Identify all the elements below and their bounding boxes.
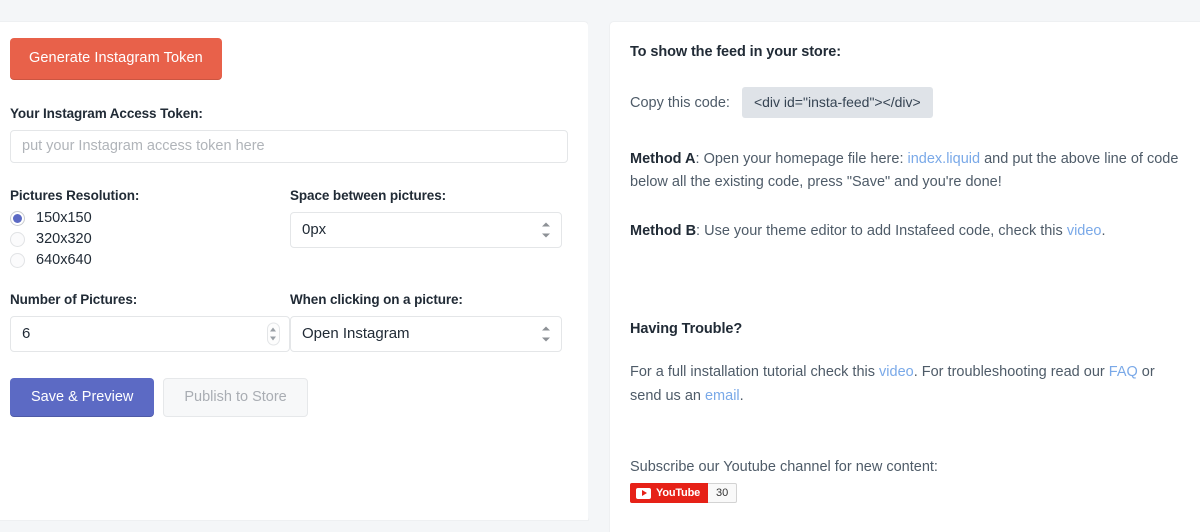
youtube-subscriber-count: 30 (708, 483, 738, 504)
click-action-label: When clicking on a picture: (290, 291, 463, 307)
help-panel-body: To show the feed in your store: Copy thi… (630, 44, 1188, 504)
click-action-select-value: Open Instagram (302, 325, 410, 342)
click-action-group: When clicking on a picture: Open Instagr… (290, 292, 562, 352)
feed-section-title: To show the feed in your store: (630, 44, 841, 60)
spacing-label: Space between pictures: (290, 187, 447, 203)
method-a-paragraph: Method A: Open your homepage file here: … (630, 148, 1188, 195)
click-action-select-wrapper: Open Instagram (290, 315, 562, 352)
youtube-subscribe-badge[interactable]: YouTube 30 (630, 483, 738, 504)
number-of-pictures-input[interactable] (10, 315, 290, 352)
help-panel: To show the feed in your store: Copy thi… (610, 22, 1200, 532)
radio-label-640x640: 640x640 (36, 252, 92, 268)
spacing-select[interactable]: 0px (290, 211, 562, 248)
code-snippet-chip[interactable]: <div id="insta-feed"></div> (741, 87, 933, 118)
radio-dot-icon (10, 231, 25, 247)
resolution-label: Pictures Resolution: (10, 187, 140, 203)
having-trouble-title: Having Trouble? (630, 321, 743, 338)
subscribe-label: Subscribe our Youtube channel for new co… (630, 459, 938, 476)
youtube-play-icon (636, 487, 651, 499)
radio-label-150x150: 150x150 (36, 210, 92, 226)
resolution-spacing-row: Pictures Resolution: 150x150 320x320 640… (10, 188, 568, 271)
settings-panel: Generate Instagram Token Your Instagram … (0, 22, 588, 520)
method-a-prefix: Method A (630, 151, 696, 167)
radio-option-640x640[interactable]: 640x640 (10, 250, 290, 271)
copy-code-row: Copy this code: <div id="insta-feed"></d… (630, 87, 1188, 118)
method-b-text-2: . (1101, 222, 1106, 239)
method-b-prefix: Method B (630, 222, 697, 239)
resolution-radio-group: 150x150 320x320 640x640 (10, 208, 290, 271)
faq-link[interactable]: FAQ (1109, 364, 1138, 380)
trouble-text-1: For a full installation tutorial check t… (630, 364, 880, 381)
action-buttons-row: Save & Preview Publish to Store (10, 377, 568, 417)
radio-dot-icon-selected (10, 210, 25, 226)
tutorial-video-link[interactable]: video (879, 364, 914, 380)
access-token-input[interactable] (10, 129, 568, 163)
app-root: Generate Instagram Token Your Instagram … (0, 0, 1200, 532)
trouble-text-4: . (739, 387, 744, 404)
radio-label-320x320: 320x320 (36, 231, 92, 247)
trouble-paragraph: For a full installation tutorial check t… (630, 361, 1188, 408)
method-a-text-1: : Open your homepage file here: (695, 151, 908, 167)
radio-dot-icon (10, 252, 25, 268)
number-of-pictures-group: Number of Pictures: (10, 292, 290, 352)
spacing-select-wrapper: 0px (290, 211, 562, 248)
radio-option-320x320[interactable]: 320x320 (10, 229, 290, 250)
resolution-group: Pictures Resolution: 150x150 320x320 640… (10, 188, 290, 271)
generate-instagram-token-button[interactable]: Generate Instagram Token (10, 38, 222, 80)
count-click-row: Number of Pictures: When clicking on a p… (10, 292, 568, 352)
click-action-select[interactable]: Open Instagram (290, 315, 562, 352)
panel-divider (588, 22, 610, 520)
save-and-preview-button[interactable]: Save & Preview (10, 377, 155, 417)
copy-code-label: Copy this code: (630, 94, 730, 111)
trouble-text-2: . For troubleshooting read our (913, 364, 1109, 381)
spacing-select-value: 0px (302, 221, 327, 238)
radio-option-150x150[interactable]: 150x150 (10, 208, 290, 229)
panels-container: Generate Instagram Token Your Instagram … (0, 22, 1200, 532)
number-input-wrapper (10, 315, 290, 352)
youtube-label: YouTube (656, 486, 701, 499)
youtube-button[interactable]: YouTube (630, 483, 709, 504)
index-liquid-link[interactable]: index.liquid (908, 151, 981, 167)
access-token-label: Your Instagram Access Token: (10, 105, 203, 121)
method-b-text-1: : Use your theme editor to add Instafeed… (696, 222, 1067, 239)
method-b-video-link[interactable]: video (1067, 223, 1102, 239)
settings-panel-body: Generate Instagram Token Your Instagram … (10, 38, 568, 417)
publish-to-store-button[interactable]: Publish to Store (163, 377, 308, 417)
number-of-pictures-label: Number of Pictures: (10, 291, 138, 307)
spacing-group: Space between pictures: 0px (290, 188, 562, 271)
number-stepper-icon[interactable] (267, 322, 280, 345)
email-link[interactable]: email (705, 388, 740, 404)
method-b-paragraph: Method B: Use your theme editor to add I… (630, 220, 1188, 243)
